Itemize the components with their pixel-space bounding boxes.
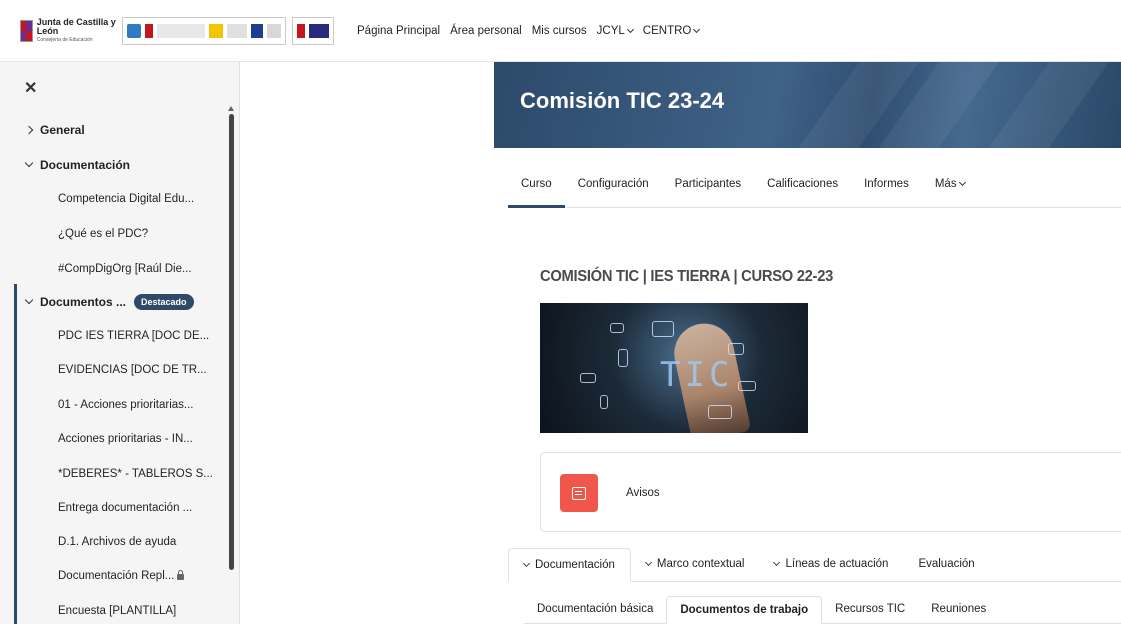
nav-jcyl-dropdown[interactable]: JCYL: [592, 25, 638, 37]
chevron-down-icon: [693, 25, 701, 33]
course-title: Comisión TIC 23-24: [520, 88, 725, 113]
tab-documentacion[interactable]: Documentación: [508, 548, 631, 582]
sidebar-item[interactable]: EVIDENCIAS [DOC DE TR...: [58, 364, 207, 376]
nav-home[interactable]: Página Principal: [352, 25, 445, 37]
close-icon[interactable]: ✕: [24, 78, 37, 98]
partner-logos-1: [122, 16, 286, 45]
partner-logos-2: [292, 16, 334, 45]
logo-mark-icon: [209, 23, 223, 38]
logo-mark-icon: [297, 23, 305, 38]
tab-documentos-trabajo[interactable]: Documentos de trabajo: [666, 596, 823, 624]
tab-lineas-actuacion[interactable]: Líneas de actuación: [759, 547, 903, 581]
nav-my-courses[interactable]: Mis cursos: [527, 25, 592, 37]
sidebar-section-general[interactable]: General: [24, 123, 85, 137]
course-index-drawer: ✕ General Documentación Competencia Digi…: [0, 62, 240, 624]
sidebar-item[interactable]: ¿Qué es el PDC?: [58, 228, 148, 240]
chevron-right-icon: [24, 125, 34, 135]
content-tabs-level2: Documentación básica Documentos de traba…: [524, 596, 1121, 624]
logo-mark-icon: [227, 23, 247, 38]
chevron-down-icon: [24, 158, 34, 168]
activity-label[interactable]: Avisos: [626, 487, 660, 499]
logo-strip: Junta de Castilla y León Consejería de E…: [0, 0, 334, 61]
top-navbar: Junta de Castilla y León Consejería de E…: [0, 0, 1121, 62]
featured-badge: Destacado: [134, 294, 194, 310]
course-section-heading: COMISIÓN TIC | IES TIERRA | CURSO 22-23: [540, 268, 834, 285]
sidebar-item-restricted[interactable]: Documentación Repl...: [58, 570, 185, 582]
tab-curso[interactable]: Curso: [508, 160, 565, 208]
nav-centro-dropdown[interactable]: CENTRO: [638, 25, 705, 37]
tab-evaluacion[interactable]: Evaluación: [903, 547, 989, 581]
tab-calificaciones[interactable]: Calificaciones: [754, 160, 851, 207]
british-council-icon: [309, 23, 329, 38]
chat-icon: [728, 343, 744, 355]
tab-reuniones[interactable]: Reuniones: [918, 595, 999, 623]
sidebar-section-documentos[interactable]: Documentos ... Destacado: [24, 294, 194, 310]
envelope-icon: [610, 323, 624, 333]
monitor-icon: [652, 321, 674, 337]
tab-recursos-tic[interactable]: Recursos TIC: [822, 595, 918, 623]
sidebar-item[interactable]: Encuesta [PLANTILLA]: [58, 605, 176, 617]
tab-mas-dropdown[interactable]: Más: [922, 160, 978, 207]
chevron-down-icon: [522, 559, 531, 568]
logo-mark-icon: [157, 23, 205, 38]
tab-configuracion[interactable]: Configuración: [565, 160, 662, 207]
scroll-up-arrow-icon[interactable]: [228, 106, 234, 111]
sidebar-item[interactable]: *DEBERES* - TABLEROS S...: [58, 468, 213, 480]
logo-mark-icon: [127, 23, 141, 38]
image-caption-text: TIC: [660, 355, 734, 395]
logo-subtitle: Consejería de Educación: [36, 36, 93, 43]
activity-avisos[interactable]: Avisos: [540, 452, 1121, 532]
chevron-down-icon: [626, 25, 634, 33]
course-header-banner: Comisión TIC 23-24: [494, 62, 1121, 148]
logo-mark-icon: [267, 23, 281, 38]
sidebar-item[interactable]: D.1. Archivos de ayuda: [58, 536, 176, 548]
lock-icon: [177, 570, 185, 580]
envelope-icon: [580, 373, 596, 383]
course-secondary-nav: Curso Configuración Participantes Califi…: [508, 160, 1121, 208]
sidebar-section-documentacion[interactable]: Documentación: [24, 158, 130, 172]
eu-flag-icon: [251, 23, 263, 38]
active-section-indicator: [14, 284, 17, 624]
tab-participantes[interactable]: Participantes: [662, 160, 754, 207]
chevron-down-icon: [24, 295, 34, 305]
forum-icon: [560, 474, 598, 512]
logo-mark-icon: [145, 23, 153, 38]
tab-informes[interactable]: Informes: [851, 160, 922, 207]
sidebar-scrollbar[interactable]: [229, 114, 234, 570]
phone-icon: [618, 349, 628, 367]
sidebar-item[interactable]: #CompDigOrg [Raúl Die...: [58, 263, 192, 275]
jcyl-crest-icon: [20, 19, 33, 42]
course-banner-image: TIC: [540, 303, 808, 433]
sidebar-item[interactable]: Acciones prioritarias - IN...: [58, 433, 193, 445]
laptop-icon: [708, 405, 732, 419]
chevron-down-icon: [958, 178, 966, 186]
phone-icon: [600, 395, 608, 409]
nav-dashboard[interactable]: Área personal: [445, 25, 527, 37]
sidebar-item[interactable]: PDC IES TIERRA [DOC DE...: [58, 330, 209, 342]
primary-nav: Página Principal Área personal Mis curso…: [352, 25, 704, 37]
sidebar-item[interactable]: 01 - Acciones prioritarias...: [58, 399, 194, 411]
sidebar-item[interactable]: Entrega documentación ...: [58, 502, 192, 514]
tab-documentacion-basica[interactable]: Documentación básica: [524, 595, 666, 623]
tab-marco-contextual[interactable]: Marco contextual: [631, 547, 760, 581]
chevron-down-icon: [644, 558, 652, 567]
content-tabs-level1: Documentación Marco contextual Líneas de…: [508, 548, 1121, 582]
chat-icon: [738, 381, 756, 391]
jcyl-logo[interactable]: Junta de Castilla y León Consejería de E…: [20, 16, 116, 46]
logo-title: Junta de Castilla y León: [36, 16, 116, 36]
sidebar-item[interactable]: Competencia Digital Edu...: [58, 193, 194, 205]
chevron-down-icon: [773, 558, 781, 567]
